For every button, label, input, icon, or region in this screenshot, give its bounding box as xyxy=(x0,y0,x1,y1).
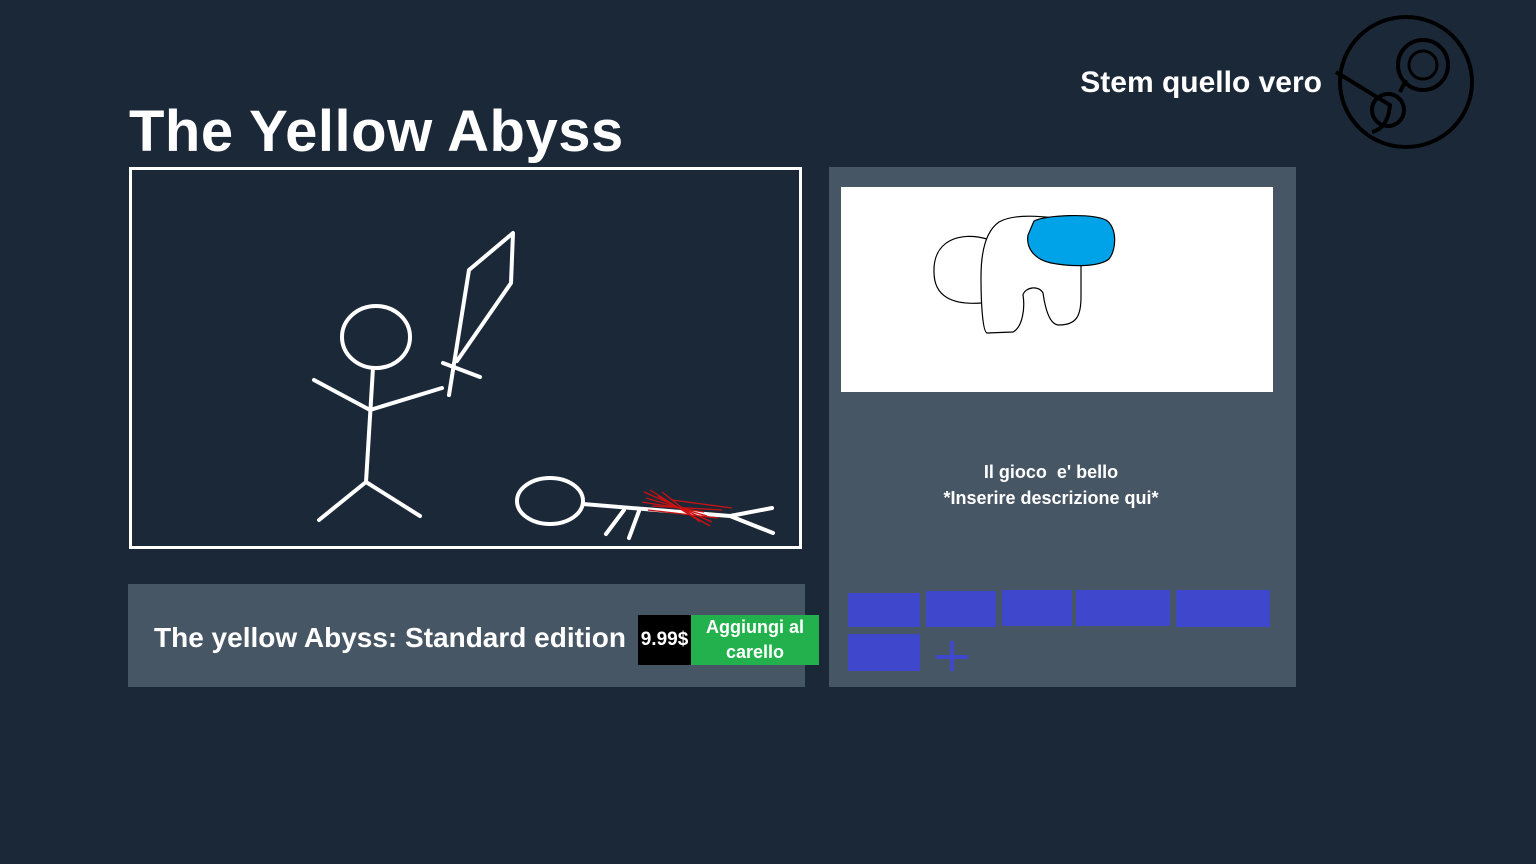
tag-button[interactable] xyxy=(1002,590,1072,626)
game-description: Il gioco e' bello *Inserire descrizione … xyxy=(889,459,1213,511)
game-title: The Yellow Abyss xyxy=(129,99,624,164)
main-screenshot[interactable] xyxy=(129,167,802,549)
capsule-image[interactable] xyxy=(841,187,1273,392)
tag-button[interactable] xyxy=(848,593,920,627)
edition-name: The yellow Abyss: Standard edition xyxy=(154,622,626,653)
price-label: 9.99$ xyxy=(638,615,691,665)
add-to-cart-button[interactable]: Aggiungi al carello xyxy=(691,615,819,665)
tag-button[interactable] xyxy=(848,634,920,671)
store-page: Stem quello vero The Yellow Abyss Il gio… xyxy=(0,0,1536,864)
tag-button[interactable] xyxy=(926,591,996,627)
description-line: Il gioco e' bello xyxy=(983,462,1119,482)
steam-logo-icon[interactable] xyxy=(1330,10,1480,155)
plus-icon[interactable] xyxy=(933,637,971,675)
description-line: *Inserire descrizione qui* xyxy=(943,488,1159,508)
brand-name: Stem quello vero xyxy=(1080,66,1322,99)
info-panel: Il gioco e' bello *Inserire descrizione … xyxy=(829,167,1296,687)
tag-button[interactable] xyxy=(1076,590,1170,626)
tag-button[interactable] xyxy=(1176,590,1270,627)
